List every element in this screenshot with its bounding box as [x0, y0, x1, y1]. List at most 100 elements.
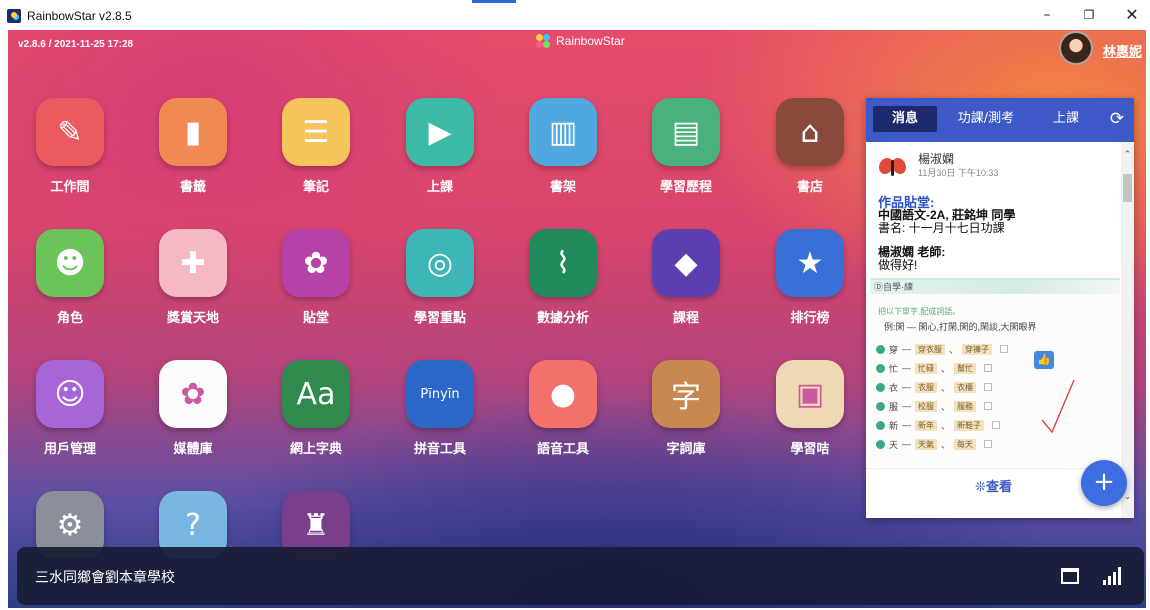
app-tile[interactable]: ▤ — [652, 98, 720, 166]
app-medal[interactable]: ★ 排行榜 — [760, 229, 860, 326]
avatar[interactable] — [1059, 31, 1093, 65]
separator: 、 — [941, 382, 951, 393]
checkbox-icon — [984, 364, 993, 372]
app-notepad[interactable]: ☰ 筆記 — [266, 98, 366, 195]
app-character[interactable]: ☻ 角色 — [20, 229, 120, 326]
checkbox-icon — [992, 421, 1001, 429]
worksheet-row: 新 — 新年、新鞋子 — [876, 418, 1001, 432]
media-icon: ✿ — [180, 376, 206, 412]
post-book-line: 書名: 十一月十七日功課 — [878, 221, 1005, 235]
app-gift[interactable]: ✚ 獎賞天地 — [143, 229, 243, 326]
app-label: 排行榜 — [790, 311, 830, 326]
worksheet-answer: 校服 — [915, 400, 938, 412]
app-tile[interactable]: ⌇ — [529, 229, 597, 297]
app-label: 學習歷程 — [659, 180, 712, 195]
add-button[interactable]: + — [1081, 460, 1127, 506]
rainbowstar-logo-icon — [536, 34, 550, 48]
play-icon: ▶ — [428, 114, 452, 150]
app-books[interactable]: ▥ 書架 — [513, 98, 613, 195]
checkbox-icon — [984, 383, 993, 391]
app-tile[interactable]: ● — [529, 360, 597, 428]
app-flower[interactable]: ✿ 貼堂 — [266, 229, 366, 326]
card-icon: ▣ — [795, 376, 825, 412]
app-users[interactable]: ☺ 用戶管理 — [20, 360, 120, 457]
app-graduation-cap[interactable]: ◆ 課程 — [636, 229, 736, 326]
separator: 、 — [941, 401, 951, 412]
app-tile[interactable]: ✎ — [36, 98, 104, 166]
app-chart[interactable]: ⌇ 數據分析 — [513, 229, 613, 326]
app-tile[interactable]: ☺ — [36, 360, 104, 428]
app-tile[interactable]: ☰ — [282, 98, 350, 166]
worksheet-image[interactable]: Ⓓ自學·練 把以下單字,配成詞語。 例:閑 — 閑心,打閑,閑的,閑談,大閑眼界… — [870, 278, 1120, 464]
app-label: 學習重點 — [413, 311, 466, 326]
app-label: 媒體庫 — [173, 442, 213, 457]
window-icon[interactable] — [1061, 568, 1079, 584]
dash: — — [902, 363, 912, 373]
app-label: 字詞庫 — [666, 442, 706, 457]
panel-scrollbar[interactable]: ⌃ ⌄ — [1121, 142, 1134, 518]
app-media[interactable]: ✿ 媒體庫 — [143, 360, 243, 457]
refresh-icon[interactable]: ⟳ — [1106, 107, 1128, 131]
dash: — — [902, 344, 912, 354]
app-tile[interactable]: ✿ — [159, 360, 227, 428]
gear-icon: ⚙ — [56, 507, 84, 543]
app-tile[interactable]: ▥ — [529, 98, 597, 166]
dash: — — [902, 439, 912, 449]
bullet-icon — [876, 401, 885, 411]
restore-button[interactable]: ❐ — [1074, 4, 1104, 26]
app-tile[interactable]: ✚ — [159, 229, 227, 297]
tab-homework[interactable]: 功課/測考 — [950, 106, 1022, 132]
app-word-book[interactable]: 字字詞庫 — [636, 360, 736, 457]
app-label: 書籤 — [179, 180, 206, 195]
app-tile[interactable]: 字 — [652, 360, 720, 428]
brand-name: RainbowStar — [556, 34, 625, 48]
app-stairs[interactable]: ▤ 學習歷程 — [636, 98, 736, 195]
app-microphone[interactable]: ● 語音工具 — [513, 360, 613, 457]
tab-messages[interactable]: 消息 — [873, 106, 937, 132]
app-tile[interactable]: ▶ — [406, 98, 474, 166]
school-name: 三水同鄉會劉本章學校 — [35, 570, 175, 586]
books-icon: ▥ — [548, 114, 578, 150]
user-name-link[interactable]: 林惠妮 — [1103, 41, 1142, 60]
scroll-thumb[interactable] — [1123, 174, 1132, 202]
app-tile[interactable]: ⌂ — [776, 98, 844, 166]
character-icon: ☻ — [54, 245, 86, 281]
app-tile[interactable]: ✿ — [282, 229, 350, 297]
app-tile[interactable]: Aa — [282, 360, 350, 428]
worksheet-answer: 忙碌 — [915, 362, 938, 374]
app-target[interactable]: ◎ 學習重點 — [390, 229, 490, 326]
desktop: v2.8.6 / 2021-11-25 17:28 RainbowStar 林惠… — [8, 30, 1146, 608]
app-tile[interactable]: Pīnyīn — [406, 360, 474, 428]
worksheet-answer: 新鞋子 — [954, 419, 985, 431]
app-label: 角色 — [56, 311, 83, 326]
app-tile[interactable]: ▣ — [776, 360, 844, 428]
app-pencil[interactable]: ✎ 工作間 — [20, 98, 120, 195]
app-tile[interactable]: ☻ — [36, 229, 104, 297]
app-tile[interactable]: ★ — [776, 229, 844, 297]
app-bookmark[interactable]: ▮ 書籤 — [143, 98, 243, 195]
app-label: 語音工具 — [536, 442, 589, 457]
message-body: 楊淑嫻 11月30日 下午10:33 作品貼堂: 中國語文-2A, 莊銘坤 同學… — [866, 142, 1121, 468]
app-tile[interactable]: ▮ — [159, 98, 227, 166]
app-play[interactable]: ▶ 上課 — [390, 98, 490, 195]
checkbox-icon — [1000, 345, 1009, 353]
app-dictionary[interactable]: Aa 網上字典 — [266, 360, 366, 457]
chart-icon: ⌇ — [555, 245, 571, 281]
app-label: 工作間 — [50, 180, 90, 195]
worksheet-instruction: 把以下單字,配成詞語。 — [878, 307, 961, 316]
panel-tabs: 消息 功課/測考 上課 ⟳ — [866, 98, 1134, 142]
tab-lessons[interactable]: 上課 — [1036, 106, 1096, 132]
bullet-icon — [876, 382, 885, 392]
target-icon: ◎ — [426, 245, 454, 281]
worksheet-answer: 天氣 — [915, 438, 938, 450]
scroll-up-icon[interactable]: ⌃ — [1121, 148, 1134, 162]
signal-icon — [1103, 567, 1125, 585]
app-keyboard[interactable]: Pīnyīn 拼音工具 — [390, 360, 490, 457]
app-card[interactable]: ▣ 學習咭 — [760, 360, 860, 457]
minimize-button[interactable]: – — [1032, 4, 1062, 26]
app-tile[interactable]: ◎ — [406, 229, 474, 297]
close-button[interactable]: ✕ — [1117, 4, 1147, 26]
worksheet-answer: 衣櫃 — [954, 381, 977, 393]
app-store[interactable]: ⌂ 書店 — [760, 98, 860, 195]
app-tile[interactable]: ◆ — [652, 229, 720, 297]
